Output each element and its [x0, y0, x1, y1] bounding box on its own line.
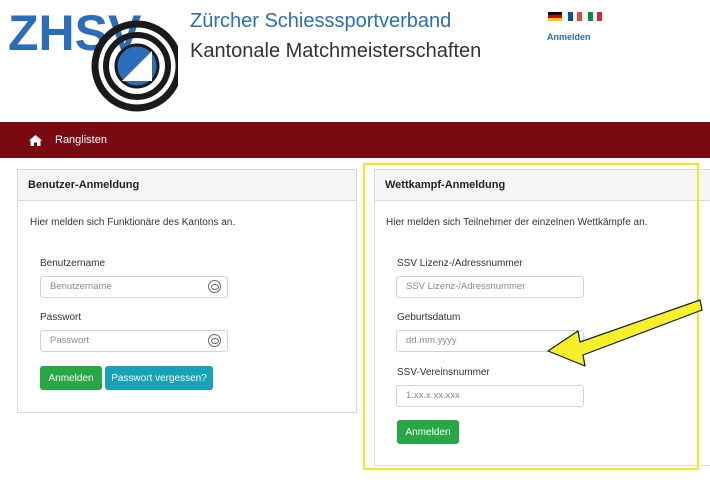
user-login-button[interactable]: Anmelden [40, 366, 102, 390]
username-placeholder: Benutzername [50, 281, 112, 292]
user-login-card: Benutzer-Anmeldung Hier melden sich Funk… [17, 169, 357, 413]
main-navbar: Ranglisten [0, 122, 710, 158]
password-input[interactable]: Passwort [40, 330, 228, 352]
event-name: Kantonale Matchmeisterschaften [190, 40, 482, 62]
highlight-box [363, 163, 699, 470]
french-flag-icon[interactable] [568, 12, 583, 21]
credential-icon [208, 334, 221, 347]
password-placeholder: Passwort [50, 335, 90, 346]
forgot-password-button[interactable]: Passwort vergessen? [105, 366, 213, 390]
zhsv-logo: ZHSV [8, 5, 178, 112]
credential-icon [208, 280, 221, 293]
username-label: Benutzername [40, 258, 106, 269]
page-header: ZHSV Zürcher Schiesssportverband Kantona… [0, 0, 710, 122]
language-switcher [548, 12, 603, 21]
user-login-description: Hier melden sich Funktionäre des Kantons… [30, 217, 236, 228]
german-flag-icon[interactable] [548, 12, 562, 21]
username-input[interactable]: Benutzername [40, 276, 228, 298]
home-icon[interactable] [28, 134, 43, 147]
nav-link-ranglisten[interactable]: Ranglisten [55, 134, 107, 146]
password-label: Passwort [40, 312, 82, 323]
org-name: Zürcher Schiesssportverband [190, 10, 452, 32]
italian-flag-icon[interactable] [588, 12, 603, 21]
user-login-title: Benutzer-Anmeldung [18, 170, 356, 201]
header-login-link[interactable]: Anmelden [547, 32, 591, 42]
